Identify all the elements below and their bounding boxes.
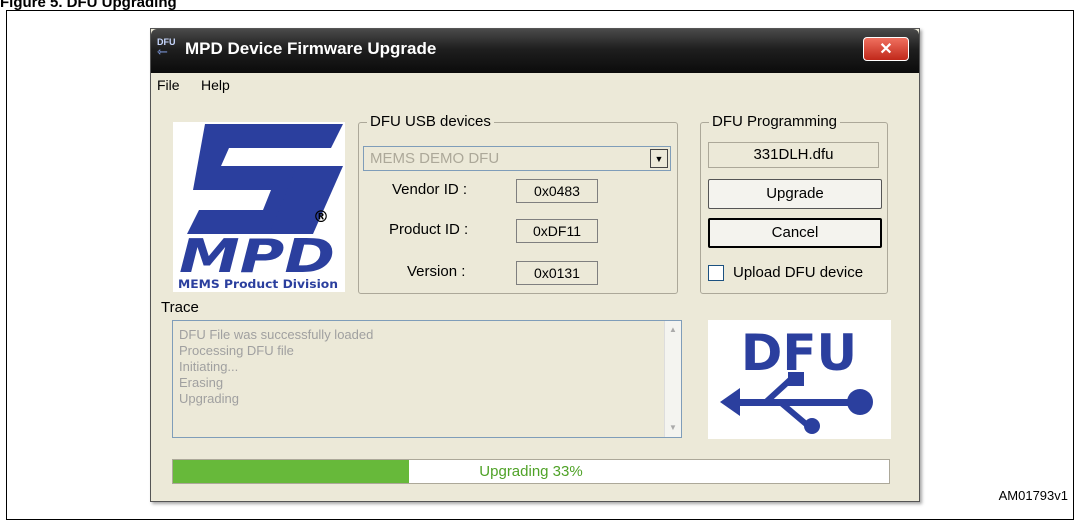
mpd-logo-text: MPD [179,229,335,283]
scroll-up-icon[interactable]: ▲ [666,322,680,338]
scroll-down-icon[interactable]: ▼ [666,420,680,436]
trace-line: DFU File was successfully loaded [179,327,374,342]
close-icon: ✕ [879,41,893,58]
progress-text: Upgrading 33% [479,463,583,480]
dfu-file-name: 331DLH.dfu [708,142,879,168]
device-select[interactable]: MEMS DEMO DFU ▼ [363,146,671,171]
menu-help[interactable]: Help [201,77,230,93]
trace-log[interactable]: DFU File was successfully loaded Process… [172,320,682,438]
app-window: DFU ⇽ MPD Device Firmware Upgrade ✕ File… [150,28,920,502]
version-value: 0x0131 [516,261,598,285]
upgrade-progress-bar: Upgrading 33% [172,459,890,484]
upgrade-button[interactable]: Upgrade [708,179,882,209]
dfu-logo: DFU [708,320,891,439]
dfu-app-icon: DFU ⇽ [157,37,183,63]
menu-bar: File Help [151,73,919,97]
cancel-button[interactable]: Cancel [708,218,882,248]
product-id-label: Product ID : [389,221,469,238]
upload-dfu-checkbox[interactable] [708,265,724,281]
upload-dfu-label: Upload DFU device [733,264,864,281]
registered-mark: ® [313,207,329,226]
vendor-id-value: 0x0483 [516,179,598,203]
trace-line: Processing DFU file [179,343,294,358]
vendor-id-label: Vendor ID : [392,181,468,198]
st-mpd-logo: ® MPD MEMS Product Division [173,122,345,292]
dfu-programming-legend: DFU Programming [709,113,841,130]
version-label: Version : [407,263,466,280]
trace-line: Upgrading [179,391,239,406]
menu-file[interactable]: File [157,77,180,93]
device-select-value: MEMS DEMO DFU [370,150,500,167]
close-button[interactable]: ✕ [863,37,909,61]
chevron-down-icon[interactable]: ▼ [650,149,668,168]
dfu-usb-devices-legend: DFU USB devices [367,113,494,130]
trace-line: Erasing [179,375,224,390]
trace-scrollbar[interactable]: ▲ ▼ [664,321,681,437]
title-bar[interactable]: DFU ⇽ MPD Device Firmware Upgrade ✕ [151,29,919,73]
window-title: MPD Device Firmware Upgrade [185,39,437,58]
figure-id: AM01793v1 [998,488,1068,503]
product-id-value: 0xDF11 [516,219,598,243]
trace-line: Initiating... [179,359,239,374]
trace-label: Trace [161,299,199,316]
mpd-tagline: MEMS Product Division [178,277,338,291]
